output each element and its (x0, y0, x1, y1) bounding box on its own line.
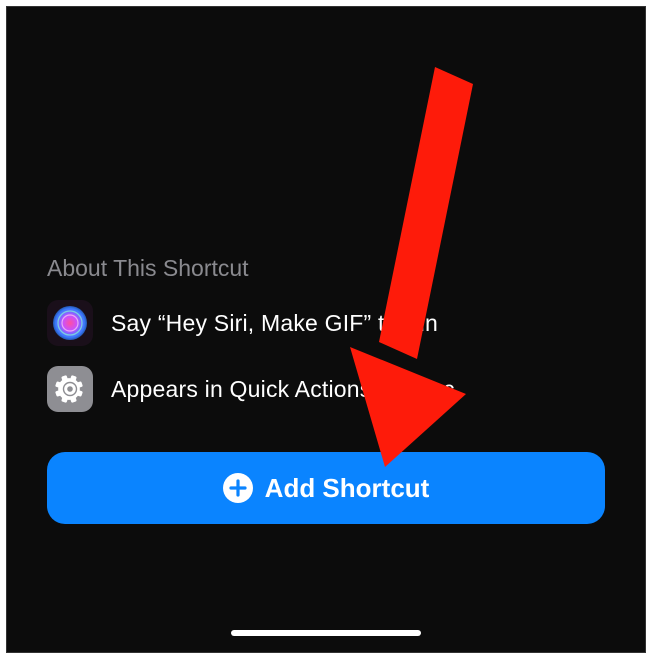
siri-row-text: Say “Hey Siri, Make GIF” to run (111, 310, 438, 337)
quickactions-row: Appears in Quick Actions on Mac (47, 366, 605, 412)
siri-row: Say “Hey Siri, Make GIF” to run (47, 300, 605, 346)
quickactions-row-text: Appears in Quick Actions on Mac (111, 376, 455, 403)
plus-icon (223, 473, 253, 503)
section-title: About This Shortcut (47, 255, 605, 282)
gear-icon (47, 366, 93, 412)
home-indicator[interactable] (231, 630, 421, 636)
siri-icon (47, 300, 93, 346)
about-section: About This Shortcut (47, 255, 605, 432)
shortcut-detail-screen: About This Shortcut (6, 6, 646, 653)
add-shortcut-label: Add Shortcut (265, 473, 430, 504)
add-shortcut-button[interactable]: Add Shortcut (47, 452, 605, 524)
